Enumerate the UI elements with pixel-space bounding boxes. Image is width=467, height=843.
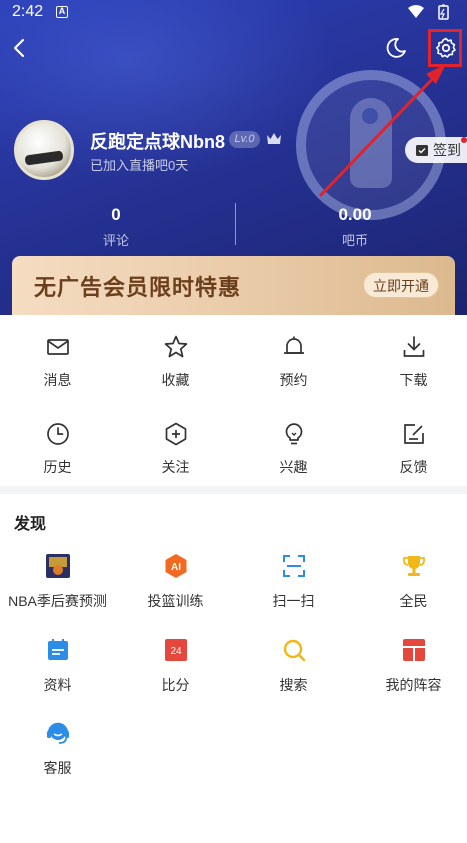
ai-shooting-icon: AI: [165, 554, 186, 578]
discover-item-score[interactable]: 24 比分: [117, 637, 234, 695]
checkin-red-dot: [461, 137, 467, 143]
avatar[interactable]: [14, 120, 74, 180]
discover-label: 搜索: [279, 677, 308, 693]
discover-label: 我的阵容: [385, 677, 442, 693]
plus-hexagon-icon: [165, 422, 186, 446]
nba-playoff-icon: [45, 554, 70, 578]
menu-label: 反馈: [399, 459, 428, 475]
mail-icon: [46, 339, 69, 355]
discover-label: NBA季后赛预测: [8, 593, 107, 609]
stat-comments-label: 评论: [102, 233, 129, 248]
status-icons: [407, 4, 455, 25]
edit-icon: [403, 424, 424, 444]
discover-item-search[interactable]: 搜索: [235, 637, 352, 695]
bell-icon: [283, 336, 304, 354]
back-icon[interactable]: [8, 36, 32, 60]
discover-item-quanmin[interactable]: 全民: [355, 553, 467, 611]
discover-title: 发现: [14, 516, 47, 533]
score-icon: 24: [164, 639, 187, 661]
discover-row-3: 客服: [0, 720, 467, 800]
search-icon: [283, 639, 305, 662]
quick-menu-row-1: 消息 收藏 预约 下载: [0, 334, 467, 414]
menu-label: 关注: [161, 459, 190, 475]
menu-item-downloads[interactable]: 下载: [355, 334, 467, 390]
discover-row-2: 资料 24 比分 搜索 我的阵容: [0, 637, 467, 717]
menu-item-reservations[interactable]: 预约: [235, 334, 352, 390]
menu-label: 收藏: [161, 372, 190, 388]
stat-coins-value: 0.00: [338, 205, 372, 224]
stat-coins-label: 吧币: [341, 233, 368, 248]
stat-divider: [235, 203, 236, 245]
menu-item-feedback[interactable]: 反馈: [355, 421, 467, 477]
menu-label: 兴趣: [279, 459, 308, 475]
discover-item-nba-playoff[interactable]: NBA季后赛预测: [0, 553, 116, 611]
vip-banner-text: 无广告会员限时特惠: [34, 275, 242, 300]
lightbulb-icon: [285, 423, 302, 445]
checkin-calendar-icon: [416, 145, 428, 156]
stat-coins[interactable]: 0.00 吧币: [255, 205, 455, 249]
status-bar: 2:42 A: [0, 0, 467, 26]
menu-label: 历史: [43, 459, 72, 475]
discover-item-customer-service[interactable]: 客服: [0, 720, 116, 778]
score-icon-text: 24: [170, 646, 182, 657]
vip-banner[interactable]: 无广告会员限时特惠 立即开通: [12, 256, 455, 315]
checkin-label: 签到: [433, 142, 461, 158]
customer-service-icon: [46, 722, 69, 744]
discover-row-1: NBA季后赛预测 AI 投篮训练 扫一扫 全民: [0, 553, 467, 633]
discover-label: 资料: [43, 677, 72, 693]
username[interactable]: 反跑定点球Nbn8: [90, 128, 225, 154]
crown-icon[interactable]: [265, 130, 283, 148]
join-days-text: 已加入直播吧0天: [90, 158, 189, 173]
menu-label: 消息: [43, 372, 72, 388]
discover-item-shooting[interactable]: AI 投篮训练: [117, 553, 234, 611]
notification-a-icon: A: [56, 6, 68, 18]
discover-label: 扫一扫: [272, 593, 315, 609]
menu-label: 下载: [399, 372, 428, 388]
menu-item-history[interactable]: 历史: [0, 421, 116, 477]
calendar-icon: [47, 639, 68, 660]
menu-item-favorites[interactable]: 收藏: [117, 334, 234, 390]
download-icon: [403, 336, 424, 357]
menu-label: 预约: [279, 372, 308, 388]
ai-shooting-icon-text: AI: [171, 562, 181, 573]
discover-label: 投篮训练: [147, 593, 204, 609]
scan-icon: [282, 555, 305, 577]
discover-label: 客服: [43, 760, 72, 776]
star-icon: [164, 335, 187, 358]
stat-comments[interactable]: 0 评论: [16, 205, 216, 249]
trophy-icon: [402, 556, 425, 576]
wifi-battery-icon: [408, 4, 449, 20]
lineup-icon: [402, 639, 425, 661]
menu-item-messages[interactable]: 消息: [0, 334, 116, 390]
level-badge: Lv.0: [229, 131, 260, 148]
discover-item-lineup[interactable]: 我的阵容: [355, 637, 467, 695]
section-divider: [0, 486, 467, 494]
checkin-button[interactable]: 签到: [405, 137, 467, 163]
menu-item-follow[interactable]: 关注: [117, 421, 234, 477]
status-time: 2:42: [12, 3, 44, 20]
discover-label: 全民: [399, 593, 428, 609]
discover-item-data[interactable]: 资料: [0, 637, 116, 695]
discover-item-scan[interactable]: 扫一扫: [235, 553, 352, 611]
stat-comments-value: 0: [111, 205, 121, 224]
discover-label: 比分: [161, 677, 190, 693]
menu-item-interests[interactable]: 兴趣: [235, 421, 352, 477]
annotation-arrow: [318, 64, 446, 198]
clock-icon: [46, 423, 69, 445]
vip-open-button[interactable]: 立即开通: [363, 272, 439, 298]
